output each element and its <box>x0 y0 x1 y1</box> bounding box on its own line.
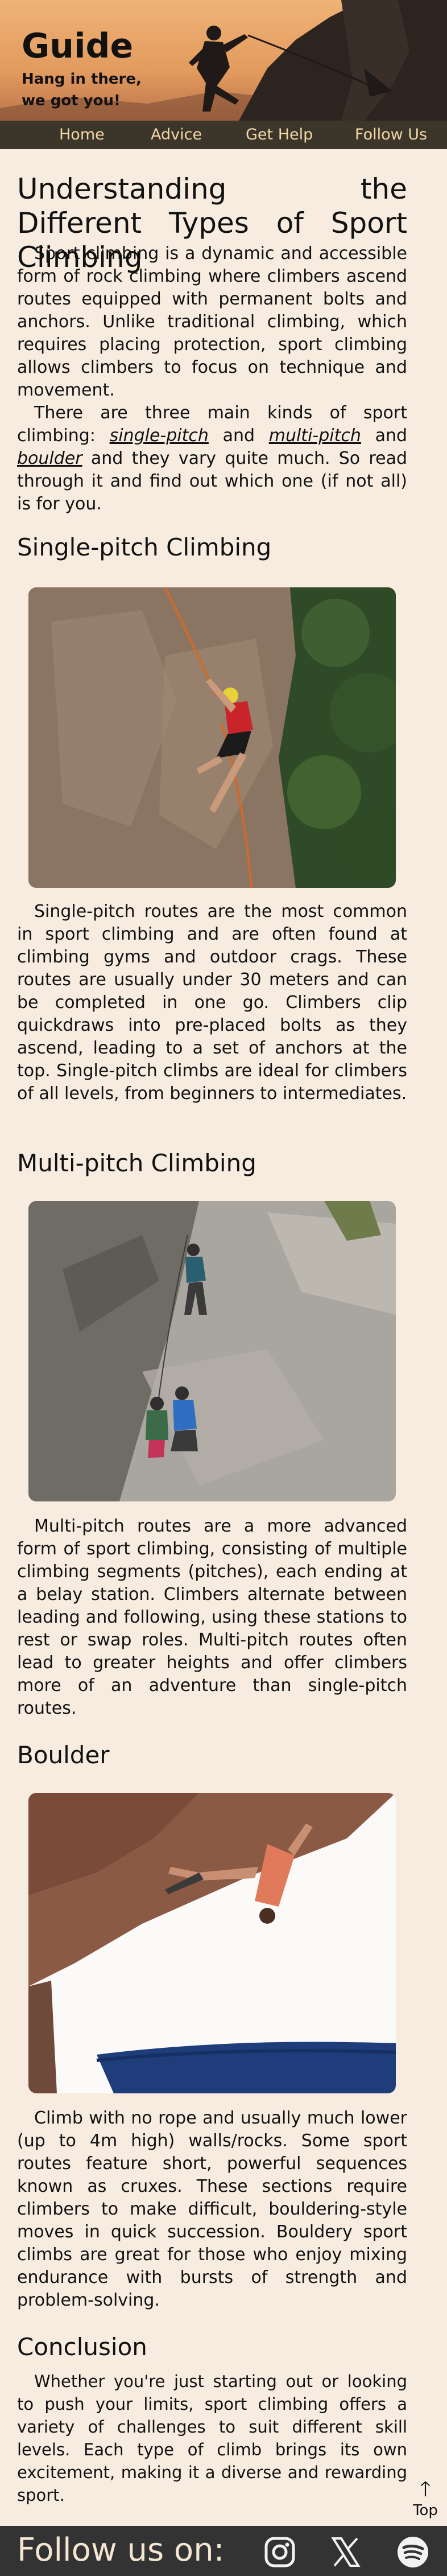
conclusion-heading: Conclusion <box>17 2333 147 2361</box>
boulder-text: Climb with no rope and usually much lowe… <box>17 2108 407 2310</box>
site-header: Guide Hang in there, we got you! <box>0 0 447 121</box>
kinds-text-and-2: and <box>361 426 408 446</box>
back-to-top-button[interactable]: 🡑 Top <box>408 2477 442 2522</box>
follow-us-label: Follow us on: <box>17 2532 225 2569</box>
nav-get-help-link[interactable]: Get Help <box>246 121 313 149</box>
x-icon <box>331 2537 361 2567</box>
arrow-up-icon: 🡑 <box>420 2478 431 2501</box>
single-pitch-link[interactable]: single-pitch <box>110 426 209 446</box>
site-logo: Guide <box>22 26 134 66</box>
single-pitch-heading: Single-pitch Climbing <box>17 533 272 561</box>
single-pitch-photo <box>28 587 396 888</box>
boulder-heading: Boulder <box>17 1741 110 1769</box>
boulder-link[interactable]: boulder <box>17 448 82 468</box>
site-footer: Follow us on: <box>0 2526 447 2576</box>
back-to-top-label: Top <box>413 2502 438 2519</box>
site-tagline: Hang in there, we got you! <box>22 71 142 109</box>
instagram-icon <box>264 2537 295 2567</box>
intro-paragraph: Sport climbing is a dynamic and accessib… <box>17 244 407 400</box>
single-pitch-text: Single-pitch routes are the most common … <box>17 902 407 1104</box>
nav-advice-link[interactable]: Advice <box>151 121 202 149</box>
nav-follow-us-link[interactable]: Follow Us <box>355 121 427 149</box>
main-nav: Home Advice Get Help Follow Us <box>0 121 447 149</box>
nav-home-link[interactable]: Home <box>59 121 105 149</box>
spotify-icon <box>398 2537 428 2567</box>
multi-pitch-text: Multi-pitch routes are a more advanced f… <box>17 1516 407 1718</box>
multi-pitch-heading: Multi-pitch Climbing <box>17 1149 256 1177</box>
multi-pitch-link[interactable]: multi-pitch <box>269 426 361 446</box>
instagram-link[interactable] <box>263 2535 297 2569</box>
conclusion-text: Whether you're just starting out or look… <box>17 2372 407 2505</box>
multi-pitch-photo <box>28 1201 396 1501</box>
kinds-text-and-1: and <box>208 426 269 446</box>
boulder-photo <box>28 1793 396 2093</box>
spotify-link[interactable] <box>396 2535 430 2569</box>
kinds-paragraph: There are three main kinds of sport clim… <box>17 402 407 516</box>
x-link[interactable] <box>329 2535 363 2569</box>
